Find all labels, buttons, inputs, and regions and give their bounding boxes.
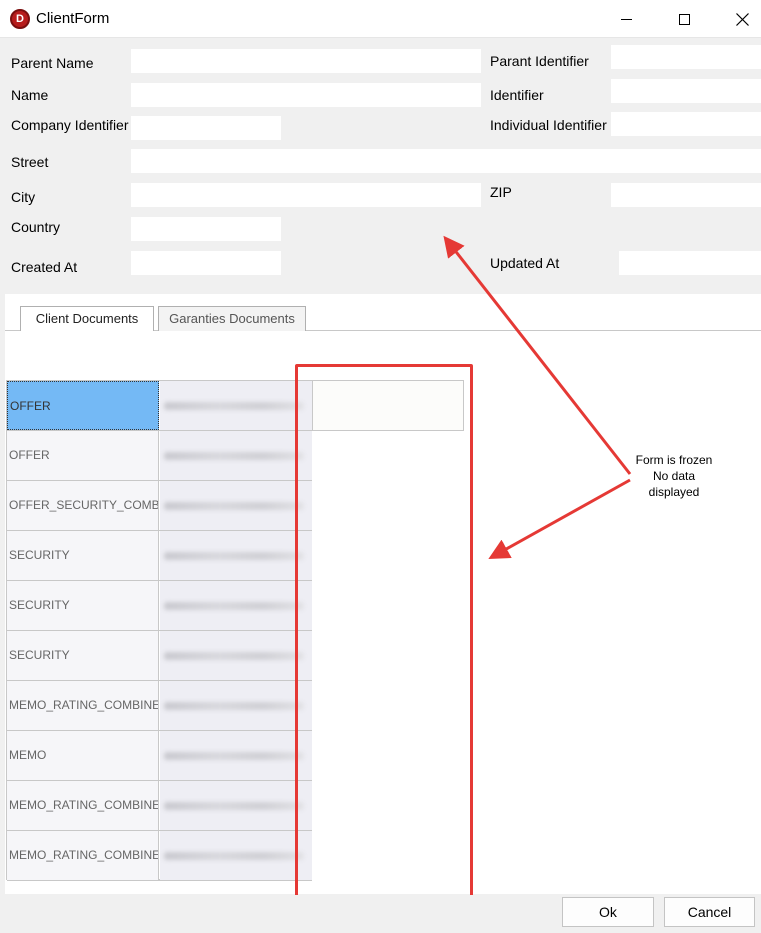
blurred-text: [164, 602, 304, 610]
table-row[interactable]: MEMO_RATING_COMBINED: [7, 831, 312, 881]
identifier-label: Identifier: [490, 87, 544, 103]
name-label: Name: [11, 87, 49, 103]
blurred-text: [164, 802, 304, 810]
table-row[interactable]: OFFER: [7, 381, 312, 431]
document-type-cell[interactable]: MEMO_RATING_COMBINED: [7, 831, 159, 880]
individual-identifier-label: Individual Identifier: [490, 117, 607, 133]
document-type-cell[interactable]: SECURITY: [7, 631, 159, 680]
updated-at-label: Updated At: [490, 255, 560, 271]
blurred-text: [164, 702, 304, 710]
document-type-cell[interactable]: SECURITY: [7, 581, 159, 630]
close-icon: [735, 12, 749, 26]
identifier-field[interactable]: [611, 79, 761, 103]
cancel-button[interactable]: Cancel: [664, 897, 755, 927]
ok-button[interactable]: Ok: [562, 897, 654, 927]
street-field[interactable]: [131, 149, 761, 173]
individual-identifier-field[interactable]: [611, 112, 761, 136]
document-type-cell[interactable]: OFFER: [7, 431, 159, 480]
table-row[interactable]: MEMO_RATING_COMBINED: [7, 681, 312, 731]
app-logo-icon: D: [10, 9, 30, 29]
document-type-cell[interactable]: MEMO_RATING_COMBINED: [7, 781, 159, 830]
tab-client-documents[interactable]: Client Documents: [20, 306, 154, 331]
street-label: Street: [11, 154, 49, 170]
table-row[interactable]: SECURITY: [7, 631, 312, 681]
minimize-button[interactable]: [603, 0, 649, 38]
parent-identifier-label: Parant Identifier: [490, 53, 589, 69]
document-type-cell[interactable]: OFFER_SECURITY_COMBINED: [7, 481, 159, 530]
blurred-document-cell: [160, 681, 312, 730]
title-bar: D ClientForm: [0, 0, 761, 38]
close-button[interactable]: [719, 0, 761, 38]
annotation-highlight-box: [295, 364, 473, 900]
blurred-document-cell: [160, 581, 312, 630]
window-title: ClientForm: [36, 10, 110, 27]
city-field[interactable]: [131, 183, 481, 207]
blurred-text: [164, 452, 304, 460]
maximize-button[interactable]: [661, 0, 707, 38]
blurred-document-cell: [160, 531, 312, 580]
blurred-document-cell: [160, 831, 312, 880]
blurred-text: [164, 652, 304, 660]
annotation-line: No data: [652, 469, 696, 483]
document-type-cell[interactable]: MEMO: [7, 731, 159, 780]
documents-grid: OFFEROFFEROFFER_SECURITY_COMBINEDSECURIT…: [6, 380, 312, 881]
document-type-cell[interactable]: OFFER: [7, 381, 159, 430]
created-at-field[interactable]: [131, 251, 281, 275]
blurred-document-cell: [160, 431, 312, 480]
blurred-document-cell: [160, 731, 312, 780]
blurred-text: [164, 552, 304, 560]
blurred-document-cell: [160, 781, 312, 830]
zip-label: ZIP: [490, 184, 512, 200]
blurred-text: [164, 752, 304, 760]
name-field[interactable]: [131, 83, 481, 107]
table-row[interactable]: MEMO: [7, 731, 312, 781]
table-row[interactable]: OFFER: [7, 431, 312, 481]
blurred-text: [164, 852, 304, 860]
maximize-icon: [678, 13, 690, 25]
updated-at-field[interactable]: [619, 251, 761, 275]
table-row[interactable]: OFFER_SECURITY_COMBINED: [7, 481, 312, 531]
minimize-icon: [620, 18, 632, 20]
company-identifier-field[interactable]: [131, 116, 281, 140]
parent-name-label: Parent Name: [11, 55, 94, 71]
country-label: Country: [11, 219, 61, 235]
tab-garanties-documents[interactable]: Garanties Documents: [158, 306, 306, 331]
blurred-document-cell: [160, 381, 312, 430]
annotation-note: Form is frozen No data displayed: [622, 452, 726, 500]
blurred-text: [164, 402, 304, 410]
created-at-label: Created At: [11, 259, 78, 275]
blurred-document-cell: [160, 481, 312, 530]
zip-field[interactable]: [611, 183, 761, 207]
document-type-cell[interactable]: MEMO_RATING_COMBINED: [7, 681, 159, 730]
country-field[interactable]: [131, 217, 281, 241]
company-identifier-label: Company Identifier: [11, 117, 129, 133]
city-label: City: [11, 189, 36, 205]
table-row[interactable]: SECURITY: [7, 581, 312, 631]
blurred-text: [164, 502, 304, 510]
annotation-line: Form is frozen: [635, 453, 713, 467]
parent-identifier-field[interactable]: [611, 45, 761, 69]
annotation-line: displayed: [648, 485, 700, 499]
table-row[interactable]: SECURITY: [7, 531, 312, 581]
table-row[interactable]: MEMO_RATING_COMBINED: [7, 781, 312, 831]
document-type-cell[interactable]: SECURITY: [7, 531, 159, 580]
parent-name-field[interactable]: [131, 49, 481, 73]
blurred-document-cell: [160, 631, 312, 680]
